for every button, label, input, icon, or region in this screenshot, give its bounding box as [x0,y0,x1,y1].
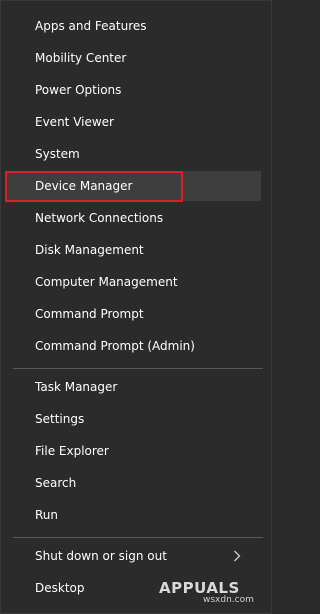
menu-item-disk-management[interactable]: Disk Management [7,235,261,265]
menu-item-search[interactable]: Search [7,468,261,498]
winx-context-menu: Apps and Features Mobility Center Power … [0,0,272,614]
chevron-right-icon [234,550,241,562]
menu-item-file-explorer[interactable]: File Explorer [7,436,261,466]
menu-item-shut-down-or-sign-out[interactable]: Shut down or sign out [7,541,261,571]
menu-item-run[interactable]: Run [7,500,261,530]
menu-item-settings[interactable]: Settings [7,404,261,434]
menu-item-command-prompt[interactable]: Command Prompt [7,299,261,329]
menu-item-desktop[interactable]: Desktop [7,573,261,603]
menu-item-apps-and-features[interactable]: Apps and Features [7,11,261,41]
menu-item-command-prompt-admin[interactable]: Command Prompt (Admin) [7,331,261,361]
menu-separator [13,537,263,538]
menu-item-system[interactable]: System [7,139,261,169]
menu-item-mobility-center[interactable]: Mobility Center [7,43,261,73]
menu-item-device-manager[interactable]: Device Manager [7,171,261,201]
menu-item-event-viewer[interactable]: Event Viewer [7,107,261,137]
menu-item-task-manager[interactable]: Task Manager [7,372,261,402]
menu-item-network-connections[interactable]: Network Connections [7,203,261,233]
menu-item-computer-management[interactable]: Computer Management [7,267,261,297]
menu-separator [13,368,263,369]
menu-item-label: Shut down or sign out [35,549,167,563]
menu-item-power-options[interactable]: Power Options [7,75,261,105]
